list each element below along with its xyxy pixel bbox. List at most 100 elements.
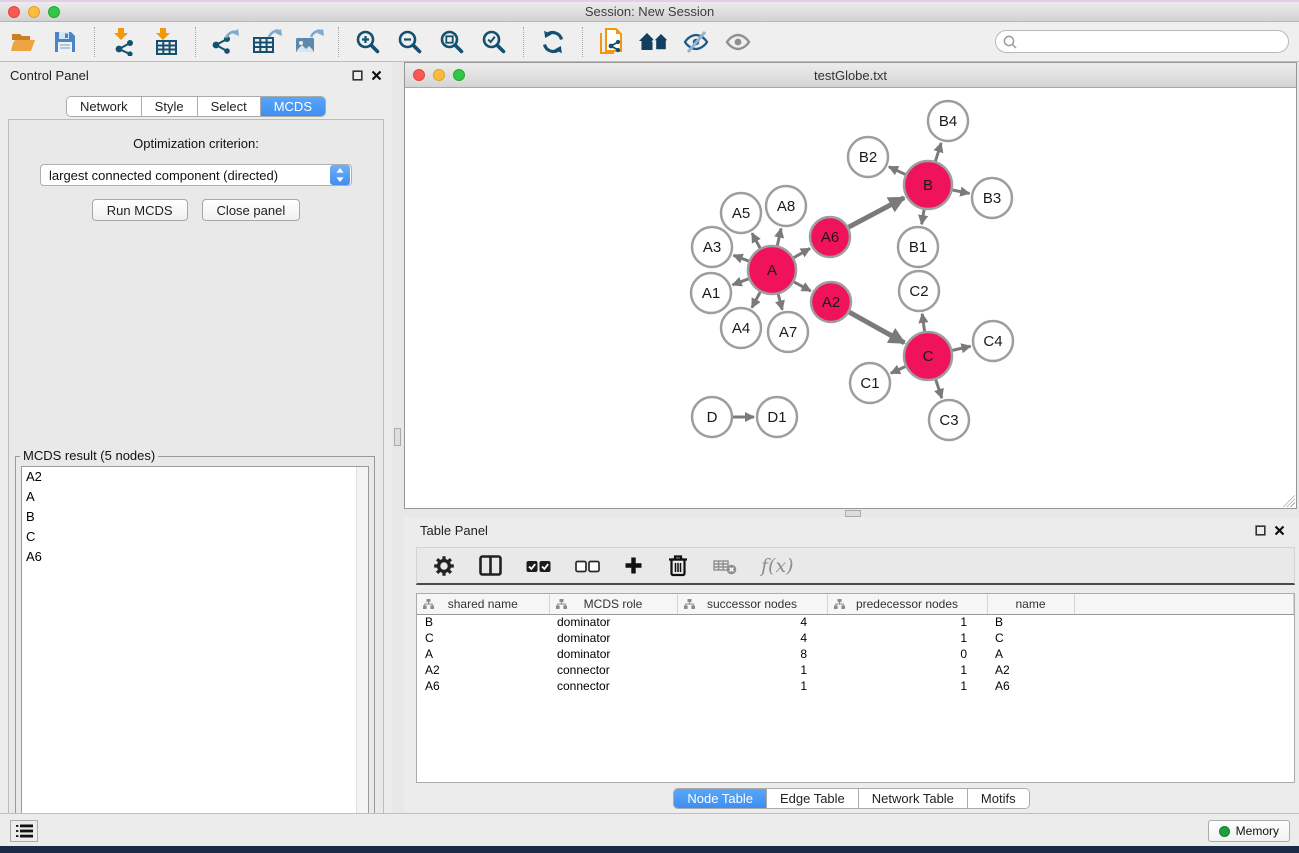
table-cell[interactable]: dominator (549, 614, 677, 630)
export-network-button[interactable] (206, 25, 244, 59)
import-table-button[interactable] (147, 25, 185, 59)
close-panel-button[interactable]: Close panel (202, 199, 301, 221)
tab-network[interactable]: Network (67, 97, 141, 116)
table-cell[interactable]: 1 (827, 614, 987, 630)
task-history-button[interactable] (10, 820, 38, 842)
table-cell[interactable]: C (417, 630, 549, 646)
table-cell[interactable]: 1 (827, 678, 987, 694)
result-item[interactable]: A6 (22, 547, 368, 567)
float-panel-icon[interactable] (352, 70, 363, 81)
graph-edge-C-C4[interactable] (952, 346, 970, 350)
result-item[interactable]: A2 (22, 467, 368, 487)
network-window-titlebar[interactable]: testGlobe.txt (405, 63, 1296, 88)
table-cell[interactable]: 1 (827, 630, 987, 646)
run-mcds-button[interactable]: Run MCDS (92, 199, 188, 221)
zoom-selected-button[interactable] (475, 25, 513, 59)
table-cell[interactable]: A6 (417, 678, 549, 694)
table-cell[interactable]: A6 (987, 678, 1074, 694)
graph-edge-A-A7[interactable] (778, 294, 782, 310)
open-session-button[interactable] (4, 25, 42, 59)
table-settings-button[interactable] (433, 555, 455, 577)
graph-edge-C-C2[interactable] (922, 314, 924, 331)
zoom-fit-button[interactable] (433, 25, 471, 59)
graph-edge-A-A8[interactable] (777, 228, 781, 245)
graph-edge-B-B4[interactable] (935, 143, 941, 161)
zoom-out-button[interactable] (391, 25, 429, 59)
table-cell[interactable]: 1 (677, 678, 827, 694)
table-cell[interactable]: connector (549, 662, 677, 678)
graph-edge-A2-C[interactable] (849, 312, 904, 343)
table-cell[interactable]: A (417, 646, 549, 662)
float-table-panel-icon[interactable] (1255, 525, 1266, 536)
result-item[interactable]: A (22, 487, 368, 507)
memory-button[interactable]: Memory (1208, 820, 1290, 842)
graph-edge-B-B3[interactable] (952, 190, 969, 193)
tab-network-table[interactable]: Network Table (858, 789, 967, 808)
graph-edge-A-A5[interactable] (752, 233, 760, 248)
table-cell[interactable]: dominator (549, 646, 677, 662)
graph-edge-A6-B[interactable] (849, 198, 905, 228)
close-table-panel-icon[interactable] (1274, 525, 1285, 536)
column-header-shared-name[interactable]: shared name (417, 594, 549, 614)
result-scrollbar[interactable] (356, 467, 368, 848)
select-all-columns-button[interactable] (526, 557, 551, 575)
tab-edge-table[interactable]: Edge Table (766, 789, 858, 808)
mcds-result-list[interactable]: A2ABCA6 (21, 466, 369, 849)
table-cell[interactable]: 0 (827, 646, 987, 662)
graph-edge-A-A6[interactable] (794, 248, 810, 257)
criterion-dropdown[interactable]: largest connected component (directed) (40, 164, 352, 186)
table-cell[interactable]: 8 (677, 646, 827, 662)
column-header-predecessor-nodes[interactable]: predecessor nodes (827, 594, 987, 614)
table-row[interactable]: A6connector11A6 (417, 678, 1294, 694)
table-cell[interactable]: 4 (677, 630, 827, 646)
result-item[interactable]: B (22, 507, 368, 527)
function-builder-button[interactable]: f(x) (761, 555, 794, 577)
table-column-layout-button[interactable] (479, 555, 502, 576)
table-row[interactable]: A2connector11A2 (417, 662, 1294, 678)
table-cell[interactable]: B (987, 614, 1074, 630)
table-cell[interactable]: B (417, 614, 549, 630)
vertical-split-handle[interactable] (394, 428, 401, 446)
show-panel-button[interactable] (719, 25, 757, 59)
save-session-button[interactable] (46, 25, 84, 59)
graph-edge-A-A3[interactable] (733, 255, 748, 261)
table-cell[interactable]: 1 (677, 662, 827, 678)
table-cell[interactable]: 4 (677, 614, 827, 630)
tab-motifs[interactable]: Motifs (967, 789, 1029, 808)
column-header-MCDS-role[interactable]: MCDS role (549, 594, 677, 614)
close-panel-icon[interactable] (371, 70, 382, 81)
table-row[interactable]: Bdominator41B (417, 614, 1294, 630)
graph-edge-A-A1[interactable] (733, 279, 749, 285)
tab-style[interactable]: Style (141, 97, 197, 116)
table-cell[interactable]: dominator (549, 630, 677, 646)
table-cell[interactable]: A (987, 646, 1074, 662)
table-cell[interactable]: C (987, 630, 1074, 646)
show-all-panels-button[interactable] (635, 25, 673, 59)
hide-panel-button[interactable] (677, 25, 715, 59)
horizontal-split-handle[interactable] (845, 510, 861, 517)
table-header-row[interactable]: shared nameMCDS rolesuccessor nodesprede… (417, 594, 1294, 614)
graph-edge-B-B2[interactable] (889, 167, 906, 175)
tab-select[interactable]: Select (197, 97, 260, 116)
refresh-layout-button[interactable] (534, 25, 572, 59)
graph-edge-C-C3[interactable] (936, 380, 942, 398)
result-item[interactable]: C (22, 527, 368, 547)
tab-mcds[interactable]: MCDS (260, 97, 325, 116)
zoom-in-button[interactable] (349, 25, 387, 59)
graph-edge-A-A2[interactable] (794, 282, 811, 291)
window-resize-grip[interactable] (1282, 494, 1295, 507)
table-cell[interactable]: 1 (827, 662, 987, 678)
table-cell[interactable]: A2 (987, 662, 1074, 678)
export-image-button[interactable] (290, 25, 328, 59)
new-network-from-file-button[interactable] (593, 25, 631, 59)
graph-edge-A-A4[interactable] (752, 292, 760, 308)
table-row[interactable]: Adominator80A (417, 646, 1294, 662)
delete-table-button[interactable] (713, 557, 737, 575)
graph-edge-B-B1[interactable] (922, 210, 924, 225)
table-cell[interactable]: A2 (417, 662, 549, 678)
table-cell[interactable]: connector (549, 678, 677, 694)
graph-edge-C-C1[interactable] (891, 367, 905, 374)
delete-columns-button[interactable] (667, 554, 689, 577)
tab-node-table[interactable]: Node Table (674, 789, 766, 808)
search-field[interactable] (995, 30, 1289, 53)
